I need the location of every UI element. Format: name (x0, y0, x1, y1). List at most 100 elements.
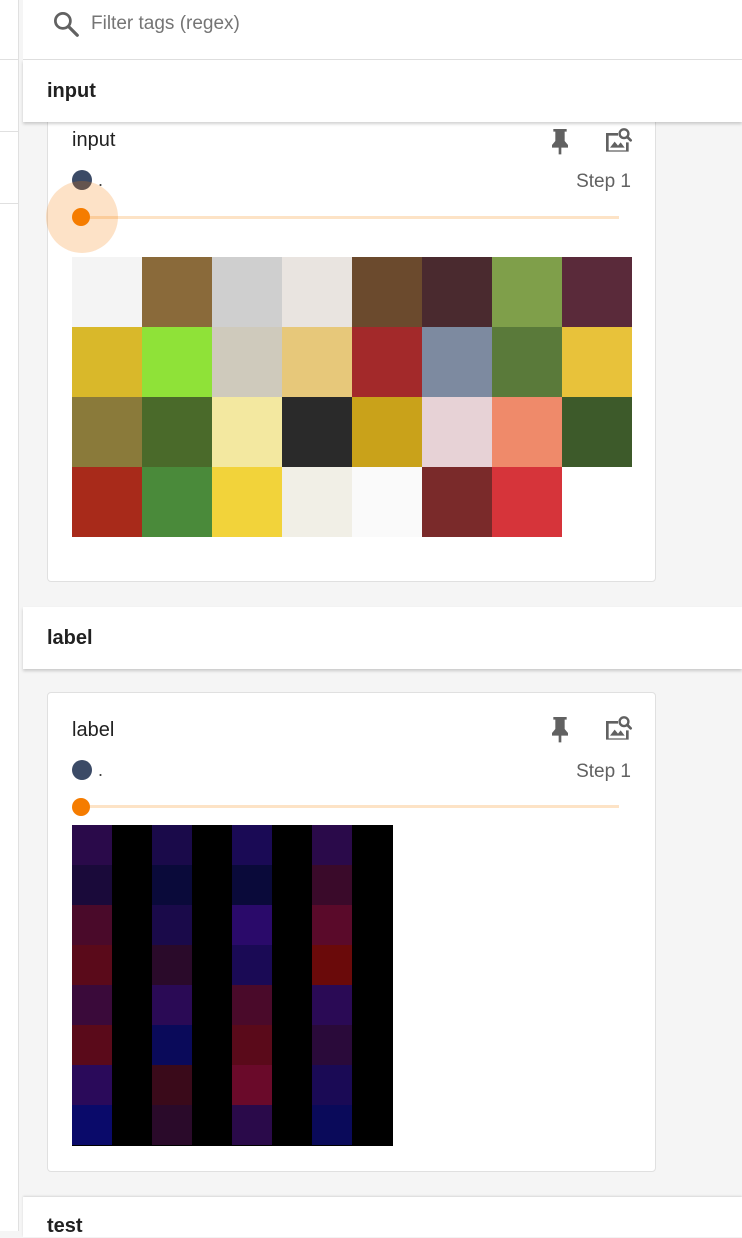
pin-icon[interactable] (544, 125, 576, 157)
group-header-label[interactable]: label (23, 607, 742, 669)
label-image-tile (72, 1105, 112, 1145)
label-image-tile (272, 1025, 312, 1065)
fruit-image-tile (352, 467, 422, 537)
group-title: label (47, 627, 93, 649)
label-image-tile (272, 865, 312, 905)
label-image-tile (192, 1025, 232, 1065)
fruit-image-tile (422, 397, 492, 467)
label-image-tile (192, 825, 232, 865)
image-zoom-icon[interactable] (602, 125, 634, 157)
label-image-tile (352, 945, 392, 985)
label-image-tile (72, 1025, 112, 1065)
label-image-tile (312, 1105, 352, 1145)
pin-icon[interactable] (544, 713, 576, 745)
step-slider-thumb[interactable] (72, 208, 90, 226)
label-image-tile (232, 865, 272, 905)
label-image-tile (72, 825, 112, 865)
tag-filter-input[interactable] (89, 10, 693, 38)
input-image-grid (72, 257, 632, 537)
label-image-tile (312, 1065, 352, 1105)
label-image-tile (232, 945, 272, 985)
label-image-tile (312, 865, 352, 905)
label-image-tile (192, 1105, 232, 1145)
label-image-tile (152, 945, 192, 985)
label-image-tile (352, 1065, 392, 1105)
group-title: input (47, 80, 96, 102)
group-title: test (47, 1215, 83, 1237)
label-image-tile (112, 865, 152, 905)
step-slider[interactable] (81, 216, 619, 219)
fruit-image-tile (72, 257, 142, 327)
step-label: Step 1 (576, 761, 631, 782)
label-image-tile (72, 1065, 112, 1105)
label-image-tile (112, 1025, 152, 1065)
run-color-dot (72, 760, 92, 780)
label-image-tile (352, 1025, 392, 1065)
step-slider[interactable] (81, 805, 619, 808)
label-image-tile (152, 905, 192, 945)
label-image-tile (352, 1105, 392, 1145)
group-header-input[interactable]: input (23, 60, 742, 122)
label-image-tile (72, 865, 112, 905)
step-slider-thumb[interactable] (72, 798, 90, 816)
label-image-tile (272, 905, 312, 945)
label-image-tile (352, 865, 392, 905)
label-image-tile (232, 985, 272, 1025)
search-icon (54, 12, 79, 37)
step-label: Step 1 (576, 171, 631, 192)
fruit-image-tile (142, 327, 212, 397)
fruit-image-tile (492, 327, 562, 397)
fruit-image-tile (212, 467, 282, 537)
fruit-image-tile (352, 257, 422, 327)
fruit-image-tile (212, 327, 282, 397)
fruit-image-tile (72, 467, 142, 537)
label-image-tile (272, 1105, 312, 1145)
label-image-tile (112, 1105, 152, 1145)
label-image-tile (152, 1025, 192, 1065)
label-image-tile (192, 945, 232, 985)
fruit-image-tile (492, 257, 562, 327)
fruit-image-tile (352, 397, 422, 467)
label-image-tile (312, 985, 352, 1025)
label-image-tile (232, 825, 272, 865)
image-card-label: label . Step 1 (47, 692, 656, 1172)
fruit-image-tile (142, 397, 212, 467)
label-image-tile (232, 1065, 272, 1105)
fruit-image-tile (562, 327, 632, 397)
fruit-image-tile (282, 467, 352, 537)
label-image-tile (112, 945, 152, 985)
left-sidebar (0, 0, 19, 1231)
fruit-image-tile (562, 467, 632, 537)
image-zoom-icon[interactable] (602, 713, 634, 745)
sidebar-divider (0, 203, 18, 204)
fruit-image-tile (492, 467, 562, 537)
card-title: input (72, 129, 116, 151)
main-panel: input . Step 1 input label label (23, 0, 742, 1237)
card-title: label (72, 719, 115, 741)
image-card-input: input . Step 1 (46, 118, 656, 582)
fruit-image-tile (212, 397, 282, 467)
fruit-image-tile (352, 327, 422, 397)
label-image-tile (232, 905, 272, 945)
label-image-tile (312, 945, 352, 985)
label-image (72, 825, 393, 1146)
fruit-image-tile (422, 327, 492, 397)
label-image-tile (112, 905, 152, 945)
label-image-tile (352, 985, 392, 1025)
label-image-tile (72, 945, 112, 985)
label-image-tile (152, 985, 192, 1025)
label-image-tile (272, 945, 312, 985)
fruit-image-tile (492, 397, 562, 467)
fruit-image-tile (422, 467, 492, 537)
label-image-tile (192, 985, 232, 1025)
label-image-tile (112, 825, 152, 865)
label-image-tile (112, 1065, 152, 1105)
label-image-tile (232, 1025, 272, 1065)
fruit-image-tile (72, 397, 142, 467)
label-image-tile (112, 985, 152, 1025)
group-header-test[interactable]: test (23, 1197, 742, 1237)
fruit-image-tile (72, 327, 142, 397)
run-label: . (98, 760, 104, 780)
fruit-image-tile (562, 397, 632, 467)
label-image-tile (352, 825, 392, 865)
